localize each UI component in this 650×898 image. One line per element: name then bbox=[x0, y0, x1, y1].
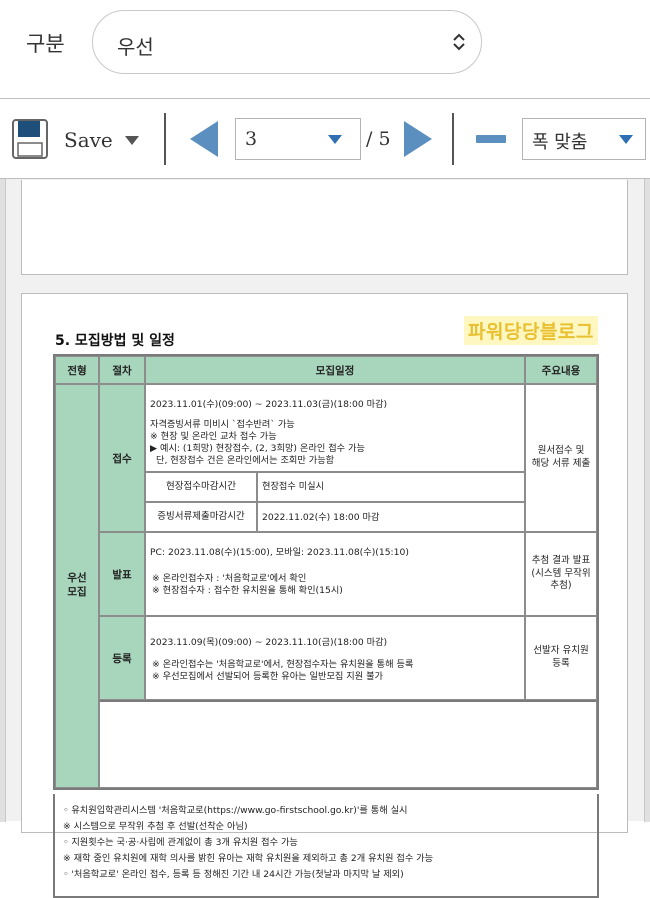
apply-sub1-value: 현장접수 미실시 bbox=[262, 481, 325, 492]
header-main: 주요내용 bbox=[525, 356, 597, 384]
note-5: ◦ '처음학교로' 온라인 접수, 등록 등 정해진 기간 내 24시간 가능(… bbox=[63, 869, 404, 880]
pdf-viewer: Save 3 / 5 폭 맞춤 파워당당블로그 5. 모집방법 및 일정 전형 … bbox=[0, 98, 650, 898]
category-select[interactable]: 우선 bbox=[92, 10, 482, 74]
save-button[interactable]: Save bbox=[64, 128, 113, 152]
apply-sub2-value-cell: 2022.11.02(수) 18:00 마감 bbox=[257, 502, 525, 532]
register-line3: ※ 우선모집에서 선발되어 등록한 유아는 일반모집 지원 불가 bbox=[152, 671, 384, 682]
apply-line1: 2023.11.01(수)(09:00) ~ 2023.11.03(금)(18:… bbox=[150, 399, 388, 410]
step-register: 등록 bbox=[99, 616, 145, 700]
filter-bar: 구분 우선 bbox=[0, 0, 650, 86]
caret-down-icon[interactable] bbox=[125, 136, 139, 145]
apply-line5: 단, 현장접수 건은 온라인에서는 조회만 가능함 bbox=[156, 455, 335, 466]
toolbar-divider bbox=[164, 113, 166, 165]
apply-schedule: 2023.11.01(수)(09:00) ~ 2023.11.03(금)(18:… bbox=[145, 384, 525, 472]
step-announce: 발표 bbox=[99, 532, 145, 616]
type-cell: 우선 모집 bbox=[55, 384, 99, 788]
section-title: 5. 모집방법 및 일정 bbox=[55, 333, 175, 349]
apply-line4: ▶ 예시: (1희망) 현장접수, (2, 3희망) 온라인 접수 가능 bbox=[150, 443, 365, 454]
step-apply: 접수 bbox=[99, 384, 145, 532]
caret-down-icon bbox=[619, 135, 633, 144]
register-main: 선발자 유치원 등록 bbox=[525, 616, 597, 700]
viewer-frame-left bbox=[0, 179, 6, 822]
zoom-select[interactable]: 폭 맞춤 bbox=[522, 118, 646, 160]
announce-main: 추첨 결과 발표 (시스템 무작위 추첨) bbox=[525, 532, 597, 616]
header-step: 절차 bbox=[99, 356, 145, 384]
notes-top-spacer bbox=[99, 700, 597, 788]
notes-box: ◦ 유치원입학관리시스템 '처음학교로(https://www.go-first… bbox=[53, 794, 599, 898]
zoom-value: 폭 맞춤 bbox=[532, 132, 588, 153]
caret-down-icon bbox=[328, 135, 342, 144]
current-page-sheet: 파워당당블로그 5. 모집방법 및 일정 전형 절차 모집일정 주요내용 우선 … bbox=[21, 293, 628, 898]
toolbar-divider bbox=[452, 113, 454, 165]
note-4: ※ 재학 중인 유치원에 재학 의사를 밝힌 유아는 재학 유치원을 제외하고 … bbox=[63, 853, 434, 864]
schedule-table: 전형 절차 모집일정 주요내용 우선 모집 접수 2023.11.01(수)(0… bbox=[53, 354, 599, 790]
viewer-frame-right bbox=[644, 179, 650, 822]
apply-main: 원서접수 및 해당 서류 제출 bbox=[525, 384, 597, 532]
page-number-select[interactable]: 3 bbox=[235, 118, 361, 160]
viewer-toolbar: Save 3 / 5 폭 맞춤 bbox=[0, 99, 650, 179]
apply-line2: 자격증빙서류 미비시 `접수반려` 가능 bbox=[150, 419, 295, 430]
apply-line3: ※ 현장 및 온라인 교차 접수 가능 bbox=[150, 431, 277, 442]
announce-line1: PC: 2023.11.08(수)(15:00), 모바일: 2023.11.0… bbox=[150, 547, 409, 558]
note-3: ◦ 지원횟수는 국·공·사립에 관계없이 총 3개 유치원 접수 가능 bbox=[63, 837, 298, 848]
announce-schedule: PC: 2023.11.08(수)(15:00), 모바일: 2023.11.0… bbox=[145, 532, 525, 616]
apply-sub1-label: 현장접수마감시간 bbox=[145, 472, 257, 502]
prev-page-icon[interactable] bbox=[190, 121, 218, 157]
zoom-out-icon[interactable] bbox=[476, 135, 506, 143]
header-type: 전형 bbox=[55, 356, 99, 384]
category-label: 구분 bbox=[26, 32, 65, 56]
previous-page-sheet bbox=[21, 180, 628, 275]
register-line1: 2023.11.09(목)(09:00) ~ 2023.11.10(금)(18:… bbox=[150, 637, 388, 648]
header-schedule: 모집일정 bbox=[145, 356, 525, 384]
apply-sub2-label: 증빙서류제출마감시간 bbox=[145, 502, 257, 532]
note-2: ※ 시스템으로 무작위 추첨 후 선발(선착순 아님) bbox=[63, 821, 248, 832]
note-1: ◦ 유치원입학관리시스템 '처음학교로(https://www.go-first… bbox=[63, 805, 408, 816]
announce-line3: ※ 현장접수자 : 접수한 유치원을 통해 확인(15시) bbox=[152, 585, 343, 596]
watermark: 파워당당블로그 bbox=[464, 316, 598, 345]
category-select-value: 우선 bbox=[117, 35, 154, 59]
chevron-up-down-icon bbox=[453, 33, 465, 51]
save-disk-icon[interactable] bbox=[12, 119, 48, 159]
apply-sub2-value: 2022.11.02(수) 18:00 마감 bbox=[262, 512, 380, 523]
register-schedule: 2023.11.09(목)(09:00) ~ 2023.11.10(금)(18:… bbox=[145, 616, 525, 700]
register-line2: ※ 온라인접수는 '처음학교로'에서, 현장접수자는 유치원을 통해 등록 bbox=[152, 659, 414, 670]
current-page: 3 bbox=[245, 128, 258, 150]
apply-sub1-value-cell: 현장접수 미실시 bbox=[257, 472, 525, 502]
next-page-icon[interactable] bbox=[404, 121, 432, 157]
announce-line2: ※ 온라인접수자 : '처음학교로'에서 확인 bbox=[152, 573, 307, 584]
total-pages: / 5 bbox=[366, 128, 391, 150]
